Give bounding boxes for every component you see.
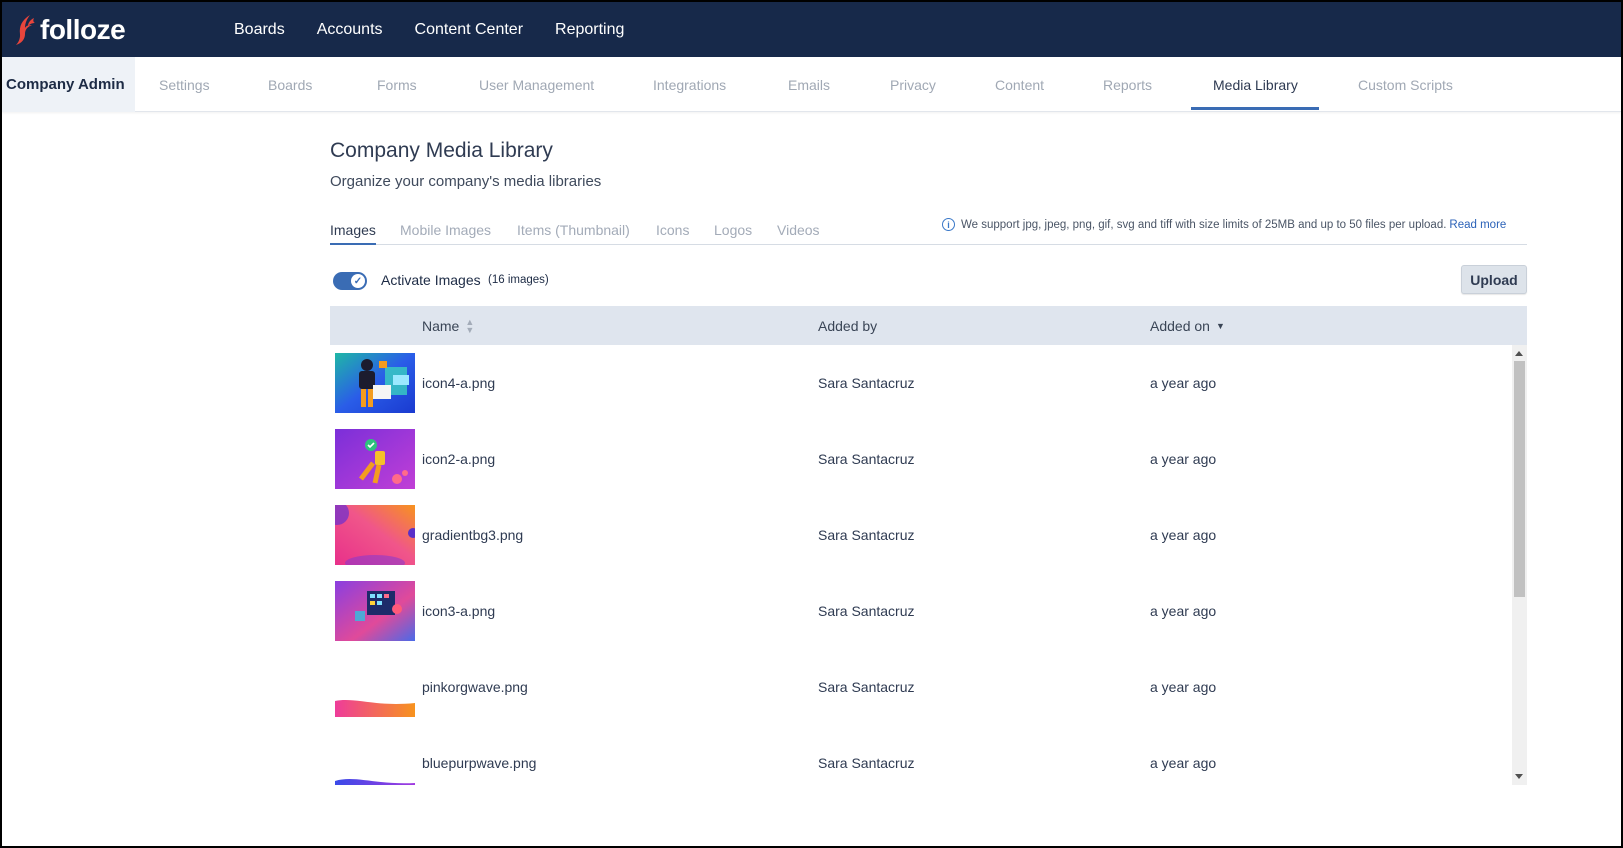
column-name[interactable]: Name ▲ ▼ (422, 306, 474, 345)
admin-section-title: Company Admin (2, 57, 135, 112)
column-added-by: Added by (818, 306, 877, 345)
activate-images-label: Activate Images (381, 272, 481, 288)
page-subtitle: Organize your company's media libraries (330, 173, 602, 190)
added-by: Sara Santacruz (818, 603, 915, 619)
media-table-body: icon4-a.png Sara Santacruz a year ago ic… (330, 345, 1527, 785)
added-on: a year ago (1150, 451, 1217, 467)
active-tab-indicator (1191, 107, 1319, 110)
scroll-down-icon[interactable] (1515, 774, 1523, 779)
info-icon: i (942, 218, 955, 231)
file-name: bluepurpwave.png (422, 755, 537, 771)
table-row[interactable]: pinkorgwave.png Sara Santacruz a year ag… (330, 649, 1510, 725)
top-nav-reporting[interactable]: Reporting (555, 21, 624, 39)
activate-images-toggle[interactable]: ✓ (333, 272, 367, 290)
table-row[interactable]: icon2-a.png Sara Santacruz a year ago (330, 421, 1510, 497)
tab-integrations[interactable]: Integrations (653, 57, 726, 112)
file-name: pinkorgwave.png (422, 679, 528, 695)
column-name-label: Name (422, 317, 460, 334)
tab-media-library[interactable]: Media Library (1213, 57, 1298, 112)
tab-user-management[interactable]: User Management (479, 57, 594, 112)
page-title: Company Media Library (330, 139, 553, 162)
tab-emails[interactable]: Emails (788, 57, 830, 112)
file-name: icon4-a.png (422, 375, 496, 391)
added-on: a year ago (1150, 679, 1217, 695)
top-nav-accounts[interactable]: Accounts (317, 21, 383, 39)
tab-icons[interactable]: Icons (656, 222, 689, 238)
tab-custom-scripts[interactable]: Custom Scripts (1358, 57, 1453, 112)
image-thumbnail (335, 429, 415, 489)
top-nav: Boards Accounts Content Center Reporting (234, 2, 656, 57)
tab-boards[interactable]: Boards (268, 57, 312, 112)
folloze-logo[interactable]: folloze (16, 12, 126, 48)
file-name: gradientbg3.png (422, 527, 524, 543)
image-thumbnail (335, 353, 415, 413)
sort-icon: ▲ ▼ (465, 316, 475, 335)
tab-settings[interactable]: Settings (159, 57, 210, 112)
added-by: Sara Santacruz (818, 679, 915, 695)
image-count: (16 images) (488, 274, 549, 286)
table-row[interactable]: icon4-a.png Sara Santacruz a year ago (330, 345, 1510, 421)
tab-content[interactable]: Content (995, 57, 1044, 112)
tab-privacy[interactable]: Privacy (890, 57, 936, 112)
folloze-flame-logo-icon (16, 15, 35, 45)
added-on: a year ago (1150, 603, 1217, 619)
added-on: a year ago (1150, 375, 1217, 391)
sort-descending-icon: ▼ (1215, 320, 1225, 331)
tab-items-thumbnail[interactable]: Items (Thumbnail) (517, 222, 630, 238)
top-nav-content-center[interactable]: Content Center (415, 21, 524, 39)
upload-info-note: i We support jpg, jpeg, png, gif, svg an… (942, 218, 1506, 231)
admin-tab-bar: Company Admin Settings Boards Forms User… (2, 57, 1621, 112)
image-thumbnail (335, 657, 415, 717)
column-added-by-label: Added by (818, 317, 878, 334)
tabs-divider (330, 244, 1527, 245)
column-added-on-label: Added on (1150, 317, 1210, 334)
active-media-tab-indicator (330, 243, 376, 245)
image-thumbnail (335, 733, 415, 785)
file-name: icon2-a.png (422, 451, 496, 467)
brand-name: folloze (40, 14, 126, 45)
top-nav-boards[interactable]: Boards (234, 21, 285, 39)
scrollbar-thumb[interactable] (1514, 361, 1525, 597)
table-scrollbar[interactable] (1512, 345, 1527, 785)
added-on: a year ago (1150, 527, 1217, 543)
added-by: Sara Santacruz (818, 755, 915, 771)
image-thumbnail (335, 505, 415, 565)
tab-images[interactable]: Images (330, 222, 376, 238)
added-by: Sara Santacruz (818, 375, 915, 391)
added-on: a year ago (1150, 755, 1217, 771)
tab-forms[interactable]: Forms (377, 57, 417, 112)
tab-videos[interactable]: Videos (777, 222, 820, 238)
upload-info-text: We support jpg, jpeg, png, gif, svg and … (961, 218, 1447, 231)
tab-mobile-images[interactable]: Mobile Images (400, 222, 491, 238)
file-name: icon3-a.png (422, 603, 496, 619)
tab-logos[interactable]: Logos (714, 222, 752, 238)
tab-reports[interactable]: Reports (1103, 57, 1152, 112)
table-row[interactable]: icon3-a.png Sara Santacruz a year ago (330, 573, 1510, 649)
added-by: Sara Santacruz (818, 527, 915, 543)
scroll-up-icon[interactable] (1515, 351, 1523, 356)
table-row[interactable]: bluepurpwave.png Sara Santacruz a year a… (330, 725, 1510, 785)
table-row[interactable]: gradientbg3.png Sara Santacruz a year ag… (330, 497, 1510, 573)
added-by: Sara Santacruz (818, 451, 915, 467)
read-more-link[interactable]: Read more (1449, 219, 1506, 231)
top-nav-bar: folloze Boards Accounts Content Center R… (2, 2, 1621, 57)
column-added-on[interactable]: Added on ▼ (1150, 306, 1225, 345)
check-icon: ✓ (351, 274, 365, 288)
image-thumbnail (335, 581, 415, 641)
table-header: Name ▲ ▼ Added by Added on ▼ (330, 306, 1527, 345)
upload-button[interactable]: Upload (1461, 265, 1527, 294)
